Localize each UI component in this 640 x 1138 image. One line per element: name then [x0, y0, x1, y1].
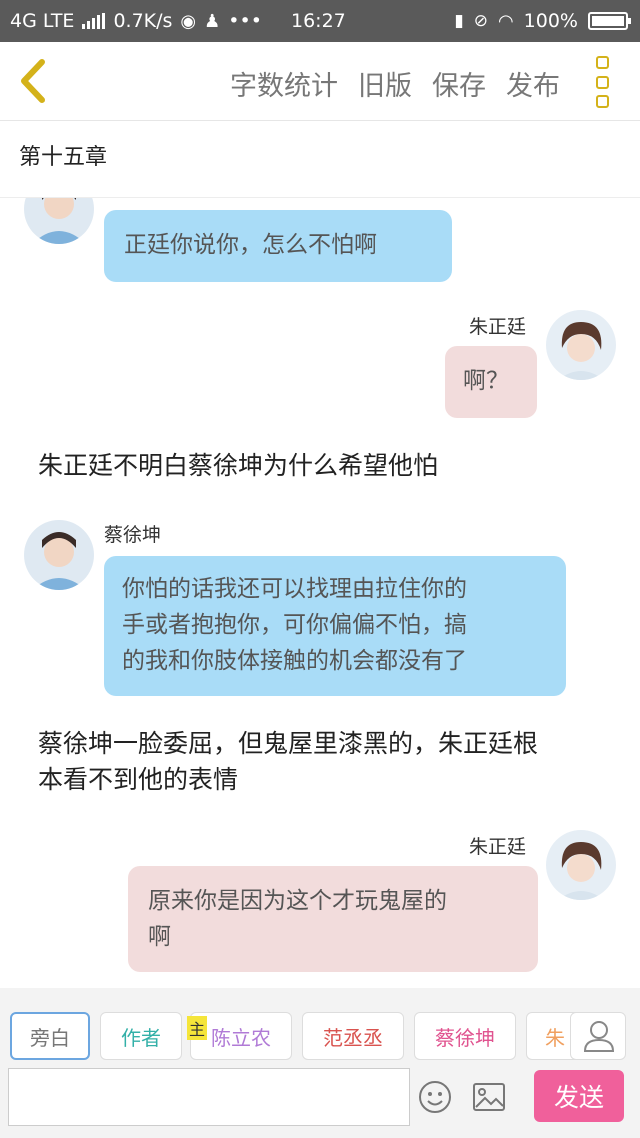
role-label: 陈立农 — [211, 1025, 271, 1050]
speaker-name: 朱正廷 — [469, 836, 527, 858]
qq-icon: ♟ — [204, 10, 221, 32]
role-label: 蔡徐坤 — [435, 1025, 495, 1050]
speaker-name: 蔡徐坤 — [104, 524, 162, 546]
role-tab-narrator[interactable]: 旁白 — [10, 1012, 90, 1060]
narration-line: 蔡徐坤一脸委屈，但鬼屋里漆黑的，朱正廷根 — [38, 729, 539, 758]
weibo-icon: ◉ — [180, 10, 197, 32]
clock: 16:27 — [291, 10, 346, 32]
network-label: 4G LTE — [10, 10, 75, 32]
message-line: 你怕的话我还可以找理由拉住你的 — [122, 576, 467, 602]
menu-dot-icon — [596, 75, 609, 89]
message-bubble[interactable]: 你怕的话我还可以找理由拉住你的 手或者抱抱你，可你偏偏不怕，搞 的我和你肢体接触… — [104, 556, 566, 696]
word-count-button[interactable]: 字数统计 — [230, 64, 338, 103]
message-bubble[interactable]: 原来你是因为这个才玩鬼屋的 啊 — [128, 866, 538, 972]
role-tab-author[interactable]: 作者 — [100, 1012, 182, 1060]
send-button[interactable]: 发送 — [534, 1070, 624, 1122]
role-tab-caixukun[interactable]: 蔡徐坤 — [414, 1012, 516, 1060]
back-button[interactable] — [14, 56, 54, 106]
old-version-button[interactable]: 旧版 — [358, 64, 412, 103]
smiley-icon — [419, 1081, 451, 1113]
compose-toolbar: 旁白 作者 陈立农 主 范丞丞 蔡徐坤 朱 发送 — [0, 988, 640, 1138]
status-bar: 4G LTE 0.7K/s ◉ ♟ ••• 16:27 ▮ ⊘ ◠ 100% — [0, 0, 640, 42]
message-bubble[interactable]: 正廷你说你，怎么不怕啊 — [104, 210, 452, 282]
more-menu-button[interactable] — [596, 56, 614, 108]
avatar-caixukun[interactable] — [24, 520, 94, 590]
save-button[interactable]: 保存 — [432, 64, 486, 103]
network-speed: 0.7K/s — [113, 10, 173, 32]
avatar-zhuzhengting[interactable] — [546, 830, 616, 900]
wifi-icon: ◠ — [497, 10, 514, 32]
chevron-left-icon — [21, 59, 45, 103]
message-line: 啊 — [148, 924, 171, 950]
avatar-zhuzhengting[interactable] — [546, 310, 616, 380]
character-manage-button[interactable] — [570, 1012, 626, 1060]
message-line: 原来你是因为这个才玩鬼屋的 — [148, 888, 447, 914]
message-line: 手或者抱抱你，可你偏偏不怕，搞 — [122, 612, 467, 638]
user-icon — [583, 1021, 615, 1052]
battery-percent: 100% — [523, 10, 578, 32]
narration-text[interactable]: 蔡徐坤一脸委屈，但鬼屋里漆黑的，朱正廷根 本看不到他的表情 — [38, 726, 538, 798]
avatar-caixukun[interactable] — [24, 198, 94, 244]
mute-icon: ⊘ — [473, 11, 488, 31]
message-bubble[interactable]: 啊？ — [445, 346, 537, 418]
message-line: 的我和你肢体接触的机会都没有了 — [122, 648, 467, 674]
message-text: 正廷你说你，怎么不怕啊 — [124, 232, 377, 258]
menu-dot-icon — [596, 95, 609, 108]
role-tab-fanchengcheng[interactable]: 范丞丞 — [302, 1012, 404, 1060]
chapter-title: 第十五章 — [19, 145, 108, 170]
narration-text[interactable]: 朱正廷不明白蔡徐坤为什么希望他怕 — [38, 448, 438, 484]
speaker-name: 朱正廷 — [469, 316, 527, 338]
chapter-bar[interactable]: 第十五章 — [0, 121, 640, 198]
main-character-badge: 主 — [187, 1016, 207, 1040]
narration-line: 本看不到他的表情 — [38, 765, 239, 794]
image-button[interactable] — [472, 1082, 506, 1112]
charging-icon: ▮ — [454, 11, 464, 31]
signal-icon — [82, 13, 106, 29]
more-notifications-icon: ••• — [228, 10, 262, 32]
battery-icon — [588, 12, 631, 30]
role-label: 范丞丞 — [323, 1025, 383, 1050]
role-label: 朱 — [545, 1025, 565, 1050]
editor-header: 字数统计 旧版 保存 发布 — [0, 42, 640, 121]
message-text: 啊？ — [463, 368, 509, 394]
publish-button[interactable]: 发布 — [506, 64, 560, 103]
story-content[interactable]: 正廷你说你，怎么不怕啊 朱正廷 啊？ 朱正廷不明白蔡徐坤为什么希望他怕 蔡徐坤 … — [0, 198, 640, 988]
emoji-button[interactable] — [418, 1080, 452, 1114]
send-label: 发送 — [553, 1083, 604, 1112]
role-label: 旁白 — [30, 1025, 70, 1050]
menu-dot-icon — [596, 56, 609, 69]
message-input[interactable] — [8, 1068, 410, 1126]
role-label: 作者 — [121, 1025, 161, 1050]
image-icon — [473, 1083, 505, 1111]
